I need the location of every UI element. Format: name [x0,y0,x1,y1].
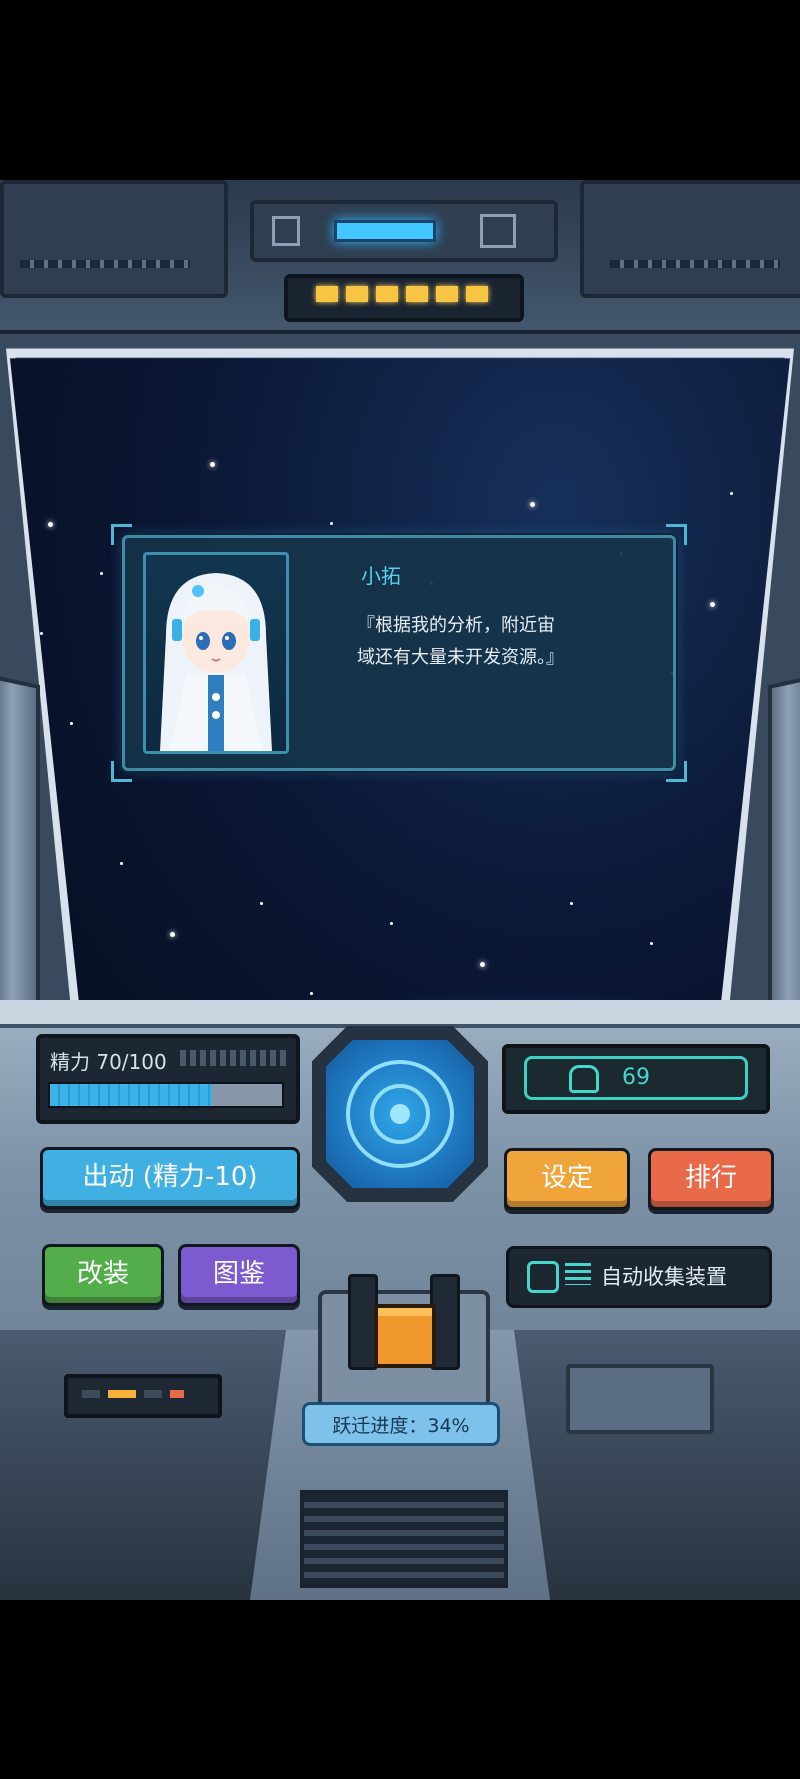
star [480,962,485,967]
character-avatar [160,573,272,751]
radar-center-icon [390,1104,410,1124]
auto-collect-label: 自动收集装置 [601,1265,727,1289]
ceiling-panel-left [0,180,228,298]
game-stage: 小拓 『根据我的分析，附近宙 域还有大量未开发资源。』 精力 70/100 69… [0,180,800,1600]
console-rim [0,1000,800,1028]
robot-icon [527,1261,559,1293]
warp-button[interactable] [374,1304,436,1368]
stamina-panel: 精力 70/100 [36,1034,300,1124]
settings-button[interactable]: 设定 [504,1148,630,1210]
character-portrait [143,552,289,754]
letterbox-bottom [0,1600,800,1779]
star [650,942,653,945]
ceiling-vent-right [610,260,780,268]
star [260,902,263,905]
star [48,522,53,527]
star [210,462,215,467]
signal-icon [565,1263,591,1285]
star [390,922,393,925]
modify-button[interactable]: 改装 [42,1244,164,1306]
star [730,492,733,495]
dialog-text: 『根据我的分析，附近宙 域还有大量未开发资源。』 [357,610,657,674]
ceiling-status-light [334,220,436,242]
lamp-cell [406,286,428,302]
lamp-cell [436,286,458,302]
pillar-left [0,674,40,1024]
dialog-line: 『根据我的分析，附近宙 [357,615,555,636]
side-slot-panel [566,1364,714,1434]
star [310,992,313,995]
stamina-ticks [180,1050,290,1066]
dialog-corner [666,761,687,782]
stamina-bar [48,1082,284,1108]
letterbox-top [0,0,800,180]
gauge-segment [108,1390,136,1398]
ceiling-square-icon [480,214,516,248]
gauge-segment [144,1390,162,1398]
gauge-segment [82,1390,100,1398]
lamp-cell [346,286,368,302]
lamp-cell [376,286,398,302]
speaker-name: 小拓 [361,564,401,588]
resource-counter: 69 [502,1044,770,1114]
stamina-bar-fill [50,1084,213,1106]
ceiling [0,180,800,334]
auto-collect-button[interactable]: 自动收集装置 [506,1246,772,1308]
ceiling-center-panel [250,200,558,262]
ceiling-lamp-strip [284,274,524,322]
dialog-corner [111,524,132,545]
floor-grill [300,1490,508,1588]
warp-progress: 跃迁进度：34% [302,1402,500,1446]
star [530,502,535,507]
ceiling-vent-left [20,260,190,268]
ceiling-square-icon [272,216,300,246]
radar-hub[interactable] [326,1040,474,1188]
star [170,932,175,937]
star [570,902,573,905]
ranking-button[interactable]: 排行 [648,1148,774,1210]
launch-button[interactable]: 出动 (精力-10) [40,1147,300,1209]
lamp-cell [466,286,488,302]
star [40,632,43,635]
pillar-right [768,674,800,1024]
lamp-cell [316,286,338,302]
star [710,602,715,607]
gauge-segment [170,1390,184,1398]
star [100,572,103,575]
ceiling-panel-right [580,180,800,298]
counter-value: 69 [622,1065,650,1090]
counter-frame: 69 [524,1056,748,1100]
dialog-corner [666,524,687,545]
star [120,862,123,865]
star [330,522,333,525]
dialog-line: 域还有大量未开发资源。』 [357,647,564,668]
star [70,722,73,725]
stamina-label: 精力 70/100 [50,1050,167,1074]
side-gauge [64,1374,222,1418]
warp-progress-label: 跃迁进度：34% [332,1415,470,1437]
warp-lever[interactable] [318,1274,490,1410]
codex-button[interactable]: 图鉴 [178,1244,300,1306]
dialog-box: 小拓 『根据我的分析，附近宙 域还有大量未开发资源。』 [111,524,687,782]
dialog-corner [111,761,132,782]
